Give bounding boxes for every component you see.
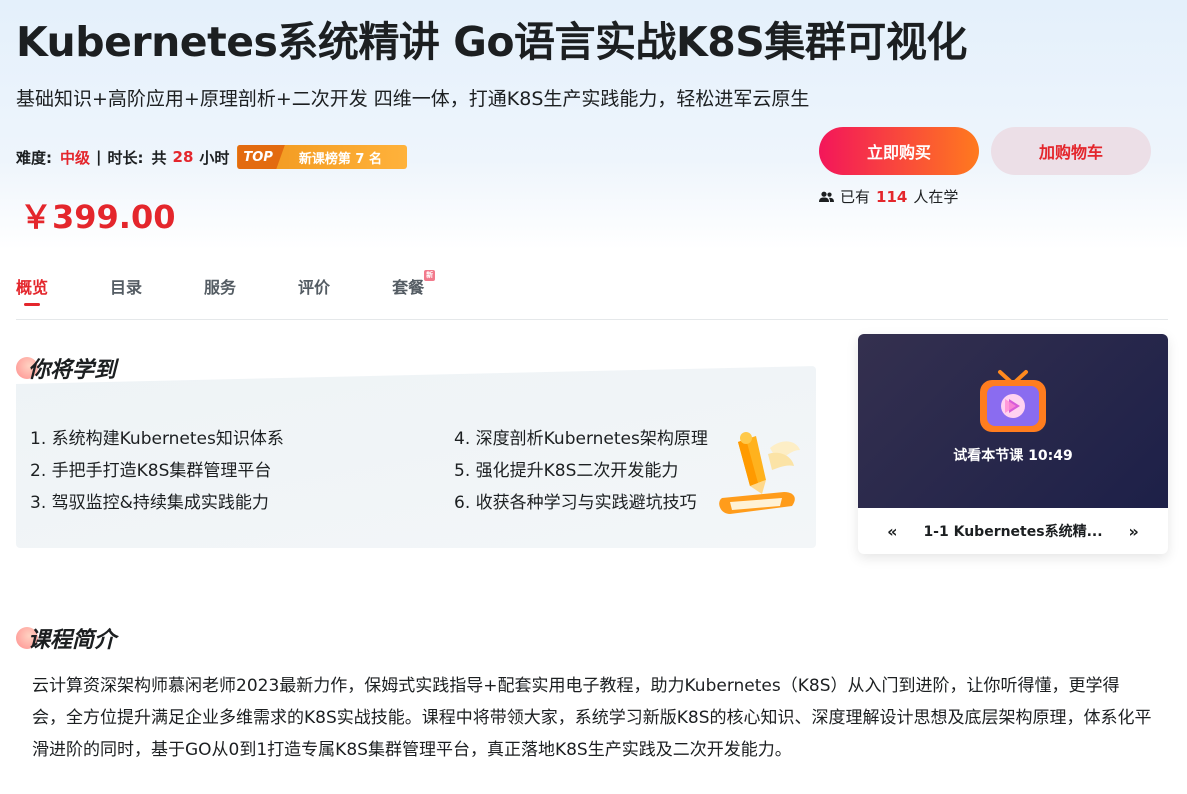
- learn-item: 6. 收获各种学习与实践避坑技巧: [454, 493, 697, 513]
- learn-item: 4. 深度剖析Kubernetes架构原理: [454, 429, 708, 449]
- tab-catalog[interactable]: 目录: [110, 274, 142, 298]
- tab-reviews[interactable]: 评价: [298, 274, 330, 298]
- video-chapter-nav: « 1-1 Kubernetes系统精... »: [858, 508, 1168, 554]
- meta-separator: |: [96, 148, 102, 166]
- duration-unit: 小时: [199, 148, 230, 167]
- course-subtitle: 基础知识+高阶应用+原理剖析+二次开发 四维一体，打通K8S生产实践能力，轻松进…: [16, 88, 810, 110]
- learn-section-title: 你将学到: [16, 352, 116, 384]
- learn-title-text: 你将学到: [28, 358, 117, 383]
- duration-value: 28: [172, 148, 194, 166]
- tabs-divider: [16, 319, 1168, 320]
- tab-package-label: 套餐: [392, 278, 425, 297]
- rank-badge[interactable]: TOP 新课榜第 7 名: [237, 145, 408, 169]
- course-tabs: 概览 目录 服务 评价 套餐 新: [16, 270, 486, 306]
- duration-prefix: 共: [151, 148, 167, 167]
- chapter-title[interactable]: 1-1 Kubernetes系统精...: [923, 521, 1102, 541]
- intro-section-title: 课程简介: [16, 622, 116, 654]
- learn-item: 3. 驾驭监控&持续集成实践能力: [30, 493, 269, 513]
- learners-number: 114: [876, 187, 908, 206]
- intro-text: 云计算资深架构师慕闲老师2023最新力作，保姆式实践指导+配套实用电子教程，助力…: [32, 676, 1152, 760]
- difficulty-value: 中级: [60, 148, 91, 167]
- prev-chapter-button[interactable]: «: [861, 522, 923, 541]
- learners-prefix: 已有: [840, 188, 871, 206]
- pen-book-icon: [719, 432, 800, 514]
- course-title: Kubernetes系统精讲 Go语言实战K8S集群可视化: [16, 18, 967, 66]
- next-chapter-button[interactable]: »: [1103, 522, 1165, 541]
- tab-package[interactable]: 套餐 新: [392, 270, 436, 298]
- learn-item: 1. 系统构建Kubernetes知识体系: [30, 429, 284, 449]
- tab-service[interactable]: 服务: [204, 274, 236, 298]
- rank-top-label: TOP: [237, 145, 285, 169]
- course-price: ￥399.00: [20, 198, 176, 236]
- add-to-cart-button[interactable]: 加购物车: [991, 127, 1151, 175]
- learn-item: 5. 强化提升K8S二次开发能力: [454, 461, 679, 481]
- new-badge: 新: [424, 270, 436, 281]
- learn-item: 2. 手把手打造K8S集群管理平台: [30, 461, 272, 481]
- course-meta: 难度: 中级 | 时长: 共 28 小时 TOP 新课榜第 7 名: [16, 145, 408, 169]
- intro-title-text: 课程简介: [28, 628, 117, 653]
- trial-text: 试看本节课 10:49: [953, 448, 1073, 464]
- duration-label: 时长:: [107, 148, 144, 167]
- tv-play-icon[interactable]: [978, 368, 1048, 434]
- buy-now-button[interactable]: 立即购买: [819, 127, 979, 175]
- learners-count: 已有 114 人在学: [819, 186, 958, 207]
- difficulty-label: 难度:: [16, 148, 52, 167]
- learners-suffix: 人在学: [913, 188, 959, 206]
- rank-text: 新课榜第 7 名: [298, 151, 382, 167]
- video-player[interactable]: 试看本节课 10:49: [858, 334, 1168, 508]
- tab-overview[interactable]: 概览: [16, 274, 48, 306]
- video-preview-card: 试看本节课 10:49 « 1-1 Kubernetes系统精... »: [858, 334, 1168, 554]
- users-icon: [819, 191, 834, 202]
